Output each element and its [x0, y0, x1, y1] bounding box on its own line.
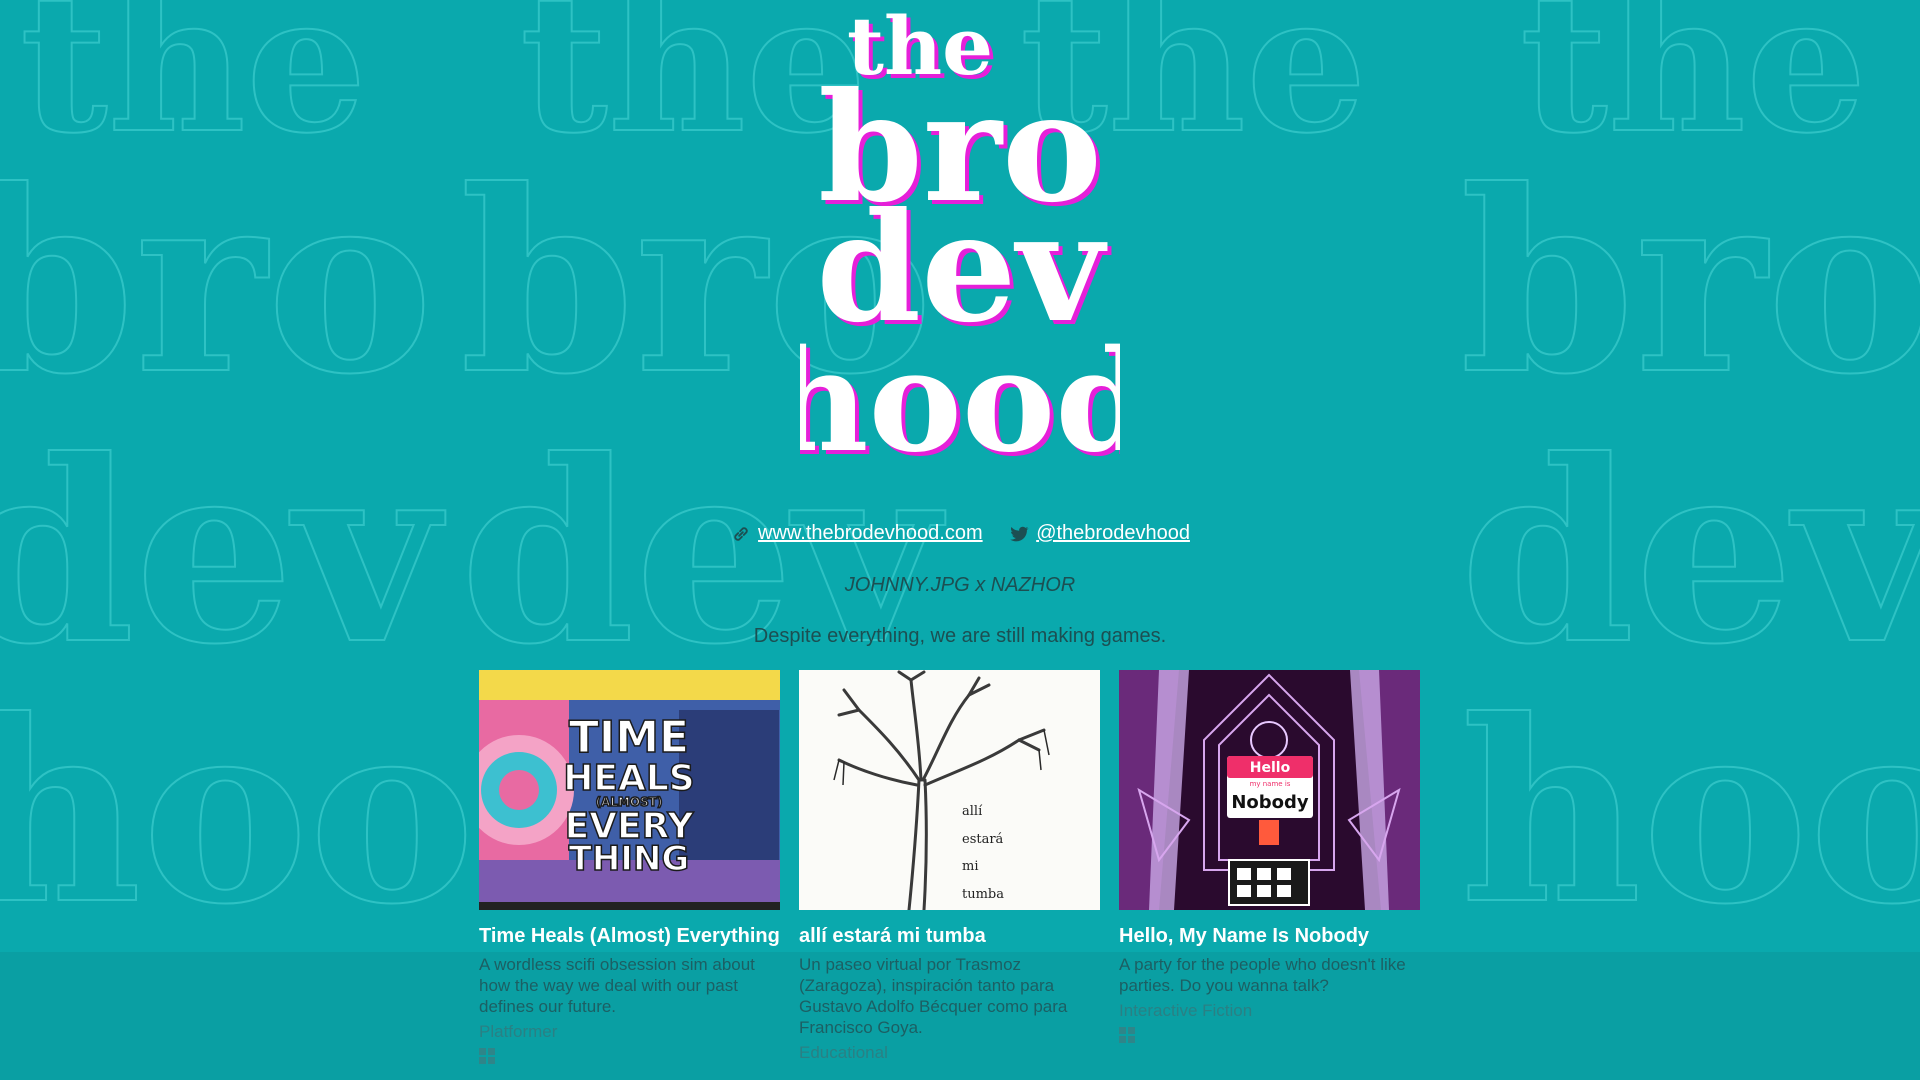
cover-text-2: my name is — [1250, 780, 1291, 788]
twitter-link-item: @thebrodevhood — [1008, 522, 1190, 545]
logo-line-hood: hood — [800, 320, 1120, 480]
game-title[interactable]: allí estará mi tumba — [799, 924, 1100, 948]
social-links: www.thebrodevhood.com @thebrodevhood — [0, 522, 1920, 551]
game-description: A wordless scifi obsession sim about how… — [479, 955, 755, 1016]
cover-text-1: Hello — [1250, 760, 1291, 776]
game-description: Un paseo virtual por Trasmoz (Zaragoza),… — [799, 955, 1068, 1037]
game-cover-image[interactable]: allí estará mi tumba — [799, 670, 1100, 910]
link-icon — [734, 526, 748, 541]
cover-text-3: mi — [962, 859, 979, 874]
twitter-link[interactable]: @thebrodevhood — [1036, 522, 1190, 545]
page-content: the the bro bro dev dev hood hood www.th… — [0, 0, 1920, 1080]
cover-text-4: tumba — [962, 887, 1004, 902]
brand-logo: the the bro bro dev dev hood hood — [767, 0, 1157, 488]
game-title[interactable]: Time Heals (Almost) Everything — [479, 924, 780, 948]
twitter-icon — [1010, 526, 1029, 541]
cover-text-2: HEALS — [563, 758, 694, 799]
credits-text: JOHNNY.JPG x NAZHOR — [844, 574, 1076, 596]
game-description: A party for the people who doesn't like … — [1119, 955, 1406, 995]
cover-text-2: estará — [962, 832, 1004, 847]
cover-text-1: allí — [962, 804, 983, 819]
windows-icon — [479, 1048, 495, 1064]
game-card[interactable]: Hello my name is Nobody Hello, My Name I… — [1119, 670, 1420, 1064]
game-genre: Interactive Fiction — [1119, 1001, 1253, 1020]
game-genre: Educational — [799, 1043, 888, 1062]
cover-text-3: Nobody — [1231, 792, 1309, 813]
tagline-text: Despite everything, we are still making … — [753, 625, 1167, 647]
game-genre: Platformer — [479, 1022, 558, 1041]
game-card[interactable]: allí estará mi tumba allí estará mi tumb… — [799, 670, 1100, 1064]
website-link[interactable]: www.thebrodevhood.com — [758, 522, 983, 545]
cover-text-5: THING — [569, 839, 690, 879]
game-card[interactable]: TIME HEALS (ALMOST) EVERY THING Time Hea… — [479, 670, 780, 1064]
website-link-item: www.thebrodevhood.com — [730, 522, 983, 545]
game-cover-image[interactable]: TIME HEALS (ALMOST) EVERY THING — [479, 670, 780, 910]
windows-icon — [1119, 1027, 1135, 1043]
cover-text-1: TIME — [569, 712, 689, 763]
game-title[interactable]: Hello, My Name Is Nobody — [1119, 924, 1420, 948]
game-cover-image[interactable]: Hello my name is Nobody — [1119, 670, 1420, 910]
game-grid: TIME HEALS (ALMOST) EVERY THING Time Hea… — [479, 670, 1420, 1064]
